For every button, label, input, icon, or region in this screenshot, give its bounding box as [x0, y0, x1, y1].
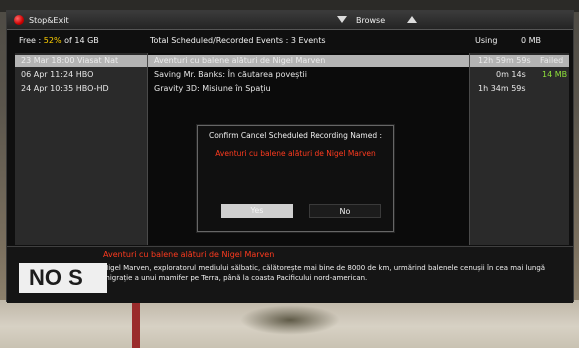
datetime-channel-column: 23 Mar 18:00 Viasat Nat 06 Apr 11:24 HBO… [15, 53, 148, 245]
free-prefix: Free : [19, 36, 42, 45]
no-button[interactable]: No [309, 204, 381, 218]
dialog-title: Confirm Cancel Scheduled Recording Named… [208, 131, 383, 140]
list-item[interactable]: 06 Apr 11:24 HBO [15, 69, 147, 81]
yes-button[interactable]: Yes [221, 204, 293, 218]
event-datetime-channel: 06 Apr 11:24 HBO [21, 70, 94, 79]
event-duration: 12h 59m 59s [478, 56, 531, 65]
red-button-icon[interactable] [14, 15, 24, 25]
duration-size-column: 12h 59m 59s Failed 0m 14s 14 MB 1h 34m 5… [469, 53, 569, 245]
background-sign: NO S [19, 263, 107, 293]
arrow-up-icon[interactable] [407, 16, 417, 23]
stop-exit-label[interactable]: Stop&Exit [29, 16, 69, 25]
free-suffix: of 14 GB [64, 36, 99, 45]
event-title: Aventuri cu balene alături de Nigel Marv… [154, 56, 326, 65]
event-duration: 1h 34m 59s [478, 84, 526, 93]
using-value: 0 MB [521, 36, 542, 45]
top-bar: Stop&Exit Browse [7, 11, 573, 30]
list-item[interactable]: 12h 59m 59s Failed [470, 55, 569, 67]
list-item[interactable]: 0m 14s 14 MB [470, 69, 569, 81]
list-item[interactable]: 1h 34m 59s [470, 83, 569, 95]
event-datetime-channel: 23 Mar 18:00 Viasat Nat [21, 56, 119, 65]
event-size: 14 MB [542, 70, 568, 79]
event-info-panel: NO S Aventuri cu balene alături de Nigel… [7, 246, 573, 303]
browse-control[interactable]: Browse [337, 14, 421, 27]
list-item[interactable]: Aventuri cu balene alături de Nigel Marv… [148, 55, 469, 67]
event-duration: 0m 14s [496, 70, 526, 79]
dialog-recording-name: Aventuri cu balene alături de Nigel Marv… [215, 149, 376, 158]
confirm-cancel-dialog: Confirm Cancel Scheduled Recording Named… [197, 125, 394, 232]
list-item[interactable]: 24 Apr 10:35 HBO-HD [15, 83, 147, 95]
event-datetime-channel: 24 Apr 10:35 HBO-HD [21, 84, 109, 93]
list-item[interactable]: 23 Mar 18:00 Viasat Nat [15, 55, 147, 67]
shrub [240, 305, 340, 335]
event-title: Gravity 3D: Misiune în Spațiu [154, 84, 271, 93]
status-header: Free : 52% of 14 GB Total Scheduled/Reco… [7, 31, 573, 51]
list-item[interactable]: Gravity 3D: Misiune în Spațiu [148, 83, 469, 95]
info-title: Aventuri cu balene alături de Nigel Marv… [103, 250, 275, 259]
browse-label: Browse [356, 16, 386, 25]
free-space: Free : 52% of 14 GB [19, 36, 99, 45]
total-events: Total Scheduled/Recorded Events : 3 Even… [150, 36, 326, 45]
list-item[interactable]: Saving Mr. Banks: În căutarea poveștii [148, 69, 469, 81]
using-label: Using [475, 36, 498, 45]
recordings-screen: Stop&Exit Browse Free : 52% of 14 GB Tot… [6, 10, 574, 303]
free-percent: 52% [43, 36, 62, 45]
red-pole [132, 296, 140, 348]
info-description: Nigel Marven, exploratorul mediului sălb… [103, 264, 546, 282]
arrow-down-icon[interactable] [337, 16, 347, 23]
event-status: Failed [540, 56, 564, 65]
event-title: Saving Mr. Banks: În căutarea poveștii [154, 70, 307, 79]
